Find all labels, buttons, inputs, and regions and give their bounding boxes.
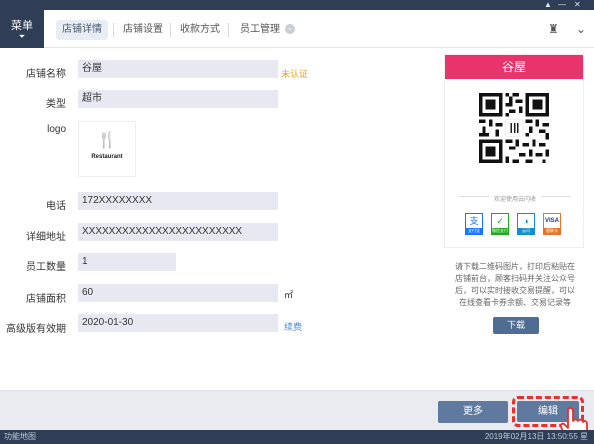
tab-label: 店铺详情 bbox=[62, 24, 102, 35]
area-field[interactable]: 60 bbox=[78, 284, 278, 302]
type-label: 类型 bbox=[46, 99, 66, 110]
tab-divider bbox=[170, 23, 171, 37]
chevron-down-icon[interactable]: ⌄ bbox=[576, 22, 586, 36]
store-details-panel: 店铺名称 谷屋 未认证 类型 超市 logo 🍴 Restaurant 电话 1… bbox=[0, 48, 594, 390]
premium-expiry-label: 高级版有效期 bbox=[6, 324, 66, 335]
phone-label: 电话 bbox=[46, 201, 66, 212]
top-nav: 店铺详情 店铺设置 收款方式 员工管理 ⌄ ♜ ⌄ bbox=[44, 10, 594, 48]
wechat-glyph: ✓ bbox=[496, 216, 504, 226]
alipay-glyph: 支 bbox=[469, 216, 479, 226]
card-store-name: 谷屋 bbox=[445, 55, 583, 79]
chevron-down-icon: ⌄ bbox=[284, 24, 295, 35]
staff-count-field[interactable]: 1 bbox=[78, 253, 176, 271]
tab-store-details[interactable]: 店铺详情 bbox=[56, 20, 108, 40]
payment-name: 云闪 bbox=[518, 228, 534, 234]
status-bar: 功能地图 2019年02月13日 13:50:55 星 bbox=[0, 430, 594, 444]
quickpass-glyph: ◑ bbox=[523, 216, 529, 226]
visa-card-icon: VISA 银联卡 bbox=[543, 213, 561, 235]
phone-field[interactable]: 172XXXXXXXX bbox=[78, 192, 278, 210]
qr-code[interactable] bbox=[479, 93, 549, 163]
tab-divider bbox=[113, 23, 114, 37]
area-unit: ㎡ bbox=[284, 290, 294, 300]
wechat-pay-icon: ✓ 微信支付 bbox=[491, 213, 509, 235]
address-label: 详细地址 bbox=[26, 232, 66, 243]
skin-icon[interactable]: ▲ bbox=[544, 0, 552, 10]
tab-divider bbox=[228, 23, 229, 37]
visa-glyph: VISA bbox=[544, 218, 559, 224]
action-footer: 更多 编辑 bbox=[0, 390, 594, 443]
more-button[interactable]: 更多 bbox=[438, 401, 508, 423]
menu-button[interactable]: 菜单 ⏷ bbox=[0, 10, 44, 48]
payment-name: 微信支付 bbox=[492, 228, 508, 234]
payment-name: 支付宝 bbox=[466, 228, 482, 234]
unionpay-quickpass-icon: ◑ 云闪 bbox=[517, 213, 535, 235]
premium-expiry-field[interactable]: 2020-01-30 bbox=[78, 314, 278, 332]
logo-text: Restaurant bbox=[91, 154, 123, 160]
alipay-icon: 支 支付宝 bbox=[465, 213, 483, 235]
qr-code-card: 谷屋 欢迎使用云闪收 支 支付宝 ✓ 微信支付 ◑ 云闪 VISA 银联卡 bbox=[444, 54, 584, 248]
menu-label: 菜单 bbox=[11, 20, 33, 32]
download-instructions: 请下载二维码图片，打印后粘贴在店铺前台，顾客扫码并关注公众号后，可以实时接收交易… bbox=[455, 262, 575, 307]
feature-map-link[interactable]: 功能地图 bbox=[4, 430, 36, 444]
tab-label: 店铺设置 bbox=[123, 24, 163, 35]
menu-dropdown-icon: ⏷ bbox=[18, 32, 26, 41]
close-icon[interactable]: ✕ bbox=[574, 0, 581, 10]
area-label: 店铺面积 bbox=[26, 294, 66, 305]
utensils-icon: 🍴 bbox=[97, 132, 117, 149]
datetime: 2019年02月13日 13:50:55 星 bbox=[484, 432, 588, 441]
logo-label: logo bbox=[47, 124, 66, 135]
payment-name: 银联卡 bbox=[544, 228, 560, 234]
payment-methods: 支 支付宝 ✓ 微信支付 ◑ 云闪 VISA 银联卡 bbox=[465, 213, 565, 237]
tab-store-settings[interactable]: 店铺设置 bbox=[117, 20, 169, 40]
store-icon[interactable]: ♜ bbox=[548, 22, 559, 36]
type-field[interactable]: 超市 bbox=[78, 90, 278, 108]
renew-link[interactable]: 续费 bbox=[284, 320, 302, 333]
download-button[interactable]: 下载 bbox=[493, 317, 539, 334]
store-name-label: 店铺名称 bbox=[26, 69, 66, 80]
address-field[interactable]: XXXXXXXXXXXXXXXXXXXXXXXX bbox=[78, 223, 278, 241]
tab-staff-management[interactable]: 员工管理 ⌄ bbox=[234, 20, 301, 40]
store-logo[interactable]: 🍴 Restaurant bbox=[78, 121, 136, 177]
minimize-icon[interactable]: — bbox=[558, 0, 566, 10]
window-titlebar: ▲ — ✕ bbox=[0, 0, 594, 10]
tab-label: 员工管理 bbox=[240, 24, 280, 35]
divider-right bbox=[541, 196, 571, 197]
verification-status[interactable]: 未认证 bbox=[281, 67, 308, 80]
tab-payment-methods[interactable]: 收款方式 bbox=[174, 20, 226, 40]
tab-label: 收款方式 bbox=[180, 24, 220, 35]
staff-count-label: 员工数量 bbox=[26, 262, 66, 273]
store-name-field[interactable]: 谷屋 bbox=[78, 60, 278, 78]
